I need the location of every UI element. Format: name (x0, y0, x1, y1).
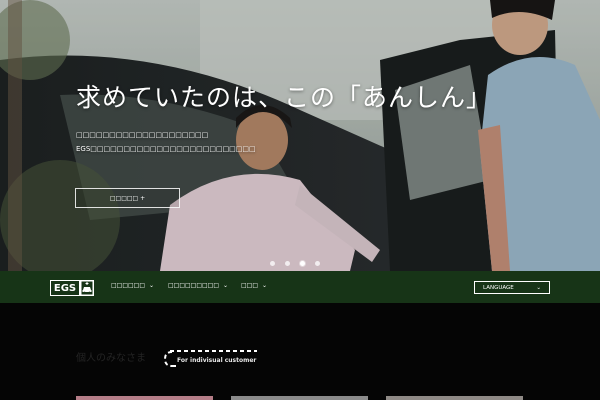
carousel-dot[interactable] (285, 261, 290, 266)
carousel-dots (270, 261, 320, 266)
carousel-dot[interactable] (315, 261, 320, 266)
chevron-down-icon: ⌄ (149, 282, 155, 289)
service-card-2[interactable] (231, 396, 368, 400)
section-subtitle: For indivisual customer (177, 357, 257, 364)
hero-subtitle-line-2: EGS□□□□□□□□□□□□□□□□□□□□□□□□□ (76, 145, 256, 153)
chevron-down-icon: ⌄ (536, 284, 541, 291)
hero-subtitle: □□□□□□□□□□□□□□□□□□□□ EGS□□□□□□□□□□□□□□□□… (76, 128, 256, 156)
nav-menu-label: □□□ (241, 282, 259, 289)
logo-text: EGS (50, 280, 80, 296)
section-title: 個人のみなさま (76, 353, 146, 364)
language-label: LANGUAGE (483, 284, 514, 291)
carousel-dot[interactable] (270, 261, 275, 266)
service-card-3[interactable] (386, 396, 523, 400)
car-logo-icon (80, 280, 94, 296)
site-logo[interactable]: EGS (50, 280, 94, 296)
language-select[interactable]: LANGUAGE ⌄ (474, 281, 550, 294)
hero-title: 求めていたのは、この「あんしん」 (76, 83, 493, 112)
nav-menu-item-3[interactable]: □□□ ⌄ (241, 282, 267, 289)
hero-slider: 求めていたのは、この「あんしん」 □□□□□□□□□□□□□□□□□□□□ EG… (0, 0, 600, 271)
page: 求めていたのは、この「あんしん」 □□□□□□□□□□□□□□□□□□□□ EG… (0, 0, 600, 400)
hero-cta-button[interactable]: □□□□□ + (75, 188, 180, 208)
hero-subtitle-line-1: □□□□□□□□□□□□□□□□□□□□ (76, 131, 209, 139)
nav-menu-label: □□□□□□ (111, 282, 146, 289)
nav-menu-item-2[interactable]: □□□□□□□□□ ⌄ (168, 282, 228, 289)
service-card-1[interactable] (76, 396, 213, 400)
carousel-dot-active[interactable] (300, 261, 305, 266)
chevron-down-icon: ⌄ (262, 282, 268, 289)
nav-menu-label: □□□□□□□□□ (168, 282, 220, 289)
chevron-down-icon: ⌄ (223, 282, 229, 289)
nav-menu-item-1[interactable]: □□□□□□ ⌄ (111, 282, 154, 289)
